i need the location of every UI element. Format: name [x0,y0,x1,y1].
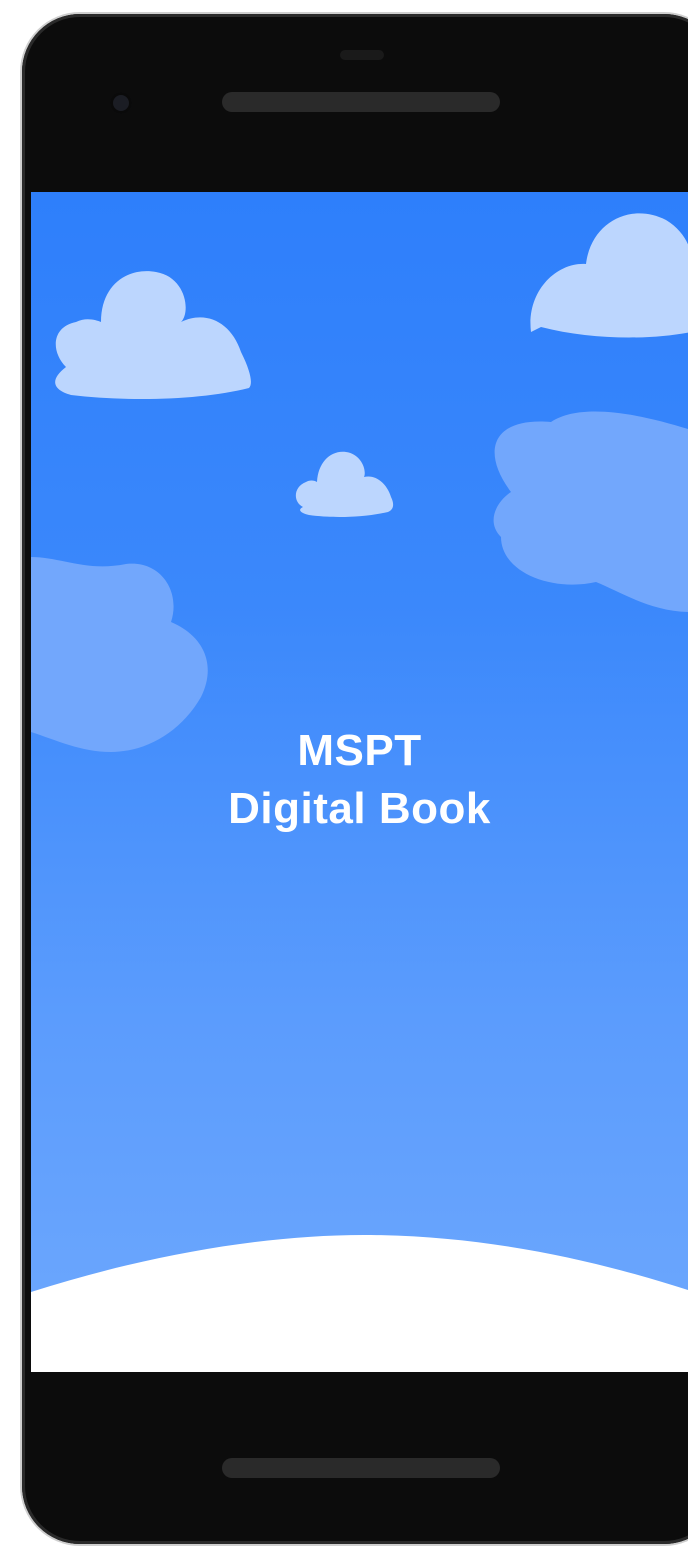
cloud-large-right [493,411,688,612]
ground-hill [31,1234,688,1372]
cloud-top-right [530,213,688,338]
app-title-line1: MSPT [297,726,422,775]
app-title: MSPT Digital Book [31,722,688,838]
cloud-small-center [295,451,394,517]
front-camera-icon [110,92,132,114]
top-speaker-grille [222,92,500,112]
cloud-top-left [55,271,251,400]
app-title-line2: Digital Book [228,784,491,833]
bottom-speaker-grille [222,1458,500,1478]
proximity-sensor [340,50,384,60]
splash-screen: MSPT Digital Book [31,192,688,1372]
